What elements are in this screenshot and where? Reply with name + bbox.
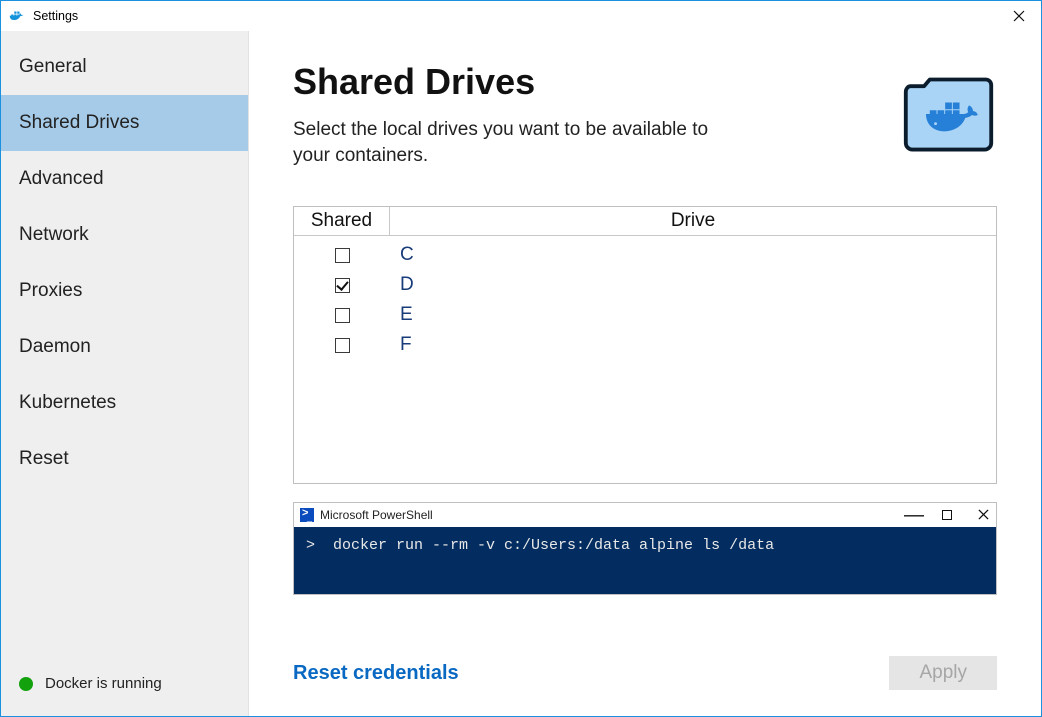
folder-whale-icon (901, 67, 997, 157)
sidebar-item-shared-drives[interactable]: Shared Drives (1, 95, 248, 151)
window-titlebar: Settings (1, 1, 1041, 31)
page-subtitle: Select the local drives you want to be a… (293, 117, 713, 168)
drives-table: Shared Drive C D E F (293, 206, 997, 484)
powershell-titlebar: Microsoft PowerShell — (294, 503, 996, 527)
checkbox-drive-f[interactable] (335, 338, 350, 353)
drive-row: F (294, 330, 996, 360)
drive-row: D (294, 270, 996, 300)
drive-label[interactable]: C (390, 244, 996, 266)
col-header-drive: Drive (390, 207, 996, 236)
sidebar-item-daemon[interactable]: Daemon (1, 319, 248, 375)
status-area: Docker is running (1, 657, 248, 716)
ps-minimize-button[interactable]: — (904, 512, 918, 518)
sidebar-item-advanced[interactable]: Advanced (1, 151, 248, 207)
powershell-icon (300, 508, 314, 522)
ps-maximize-button[interactable] (940, 507, 954, 523)
checkbox-drive-e[interactable] (335, 308, 350, 323)
drive-row: C (294, 240, 996, 270)
sidebar-item-network[interactable]: Network (1, 207, 248, 263)
status-text: Docker is running (45, 675, 162, 692)
reset-credentials-link[interactable]: Reset credentials (293, 662, 459, 685)
checkbox-drive-d[interactable] (335, 278, 350, 293)
powershell-body[interactable]: > docker run --rm -v c:/Users:/data alpi… (294, 527, 996, 594)
col-header-shared: Shared (294, 207, 390, 236)
docker-icon (9, 7, 27, 25)
window-title: Settings (33, 9, 78, 23)
page-title: Shared Drives (293, 61, 713, 103)
drives-table-header: Shared Drive (294, 207, 996, 236)
powershell-title: Microsoft PowerShell (320, 508, 433, 522)
ps-close-button[interactable] (976, 507, 990, 523)
drive-label[interactable]: E (390, 304, 996, 326)
main-panel: Shared Drives Select the local drives yo… (249, 31, 1041, 716)
sidebar-item-general[interactable]: General (1, 39, 248, 95)
drive-label[interactable]: D (390, 274, 996, 296)
close-button[interactable] (997, 1, 1041, 31)
apply-button[interactable]: Apply (889, 656, 997, 690)
status-indicator-icon (19, 677, 33, 691)
sidebar: General Shared Drives Advanced Network P… (1, 31, 249, 716)
checkbox-drive-c[interactable] (335, 248, 350, 263)
drive-row: E (294, 300, 996, 330)
sidebar-item-proxies[interactable]: Proxies (1, 263, 248, 319)
powershell-window: Microsoft PowerShell — > docker run --rm… (293, 502, 997, 595)
sidebar-item-kubernetes[interactable]: Kubernetes (1, 375, 248, 431)
sidebar-item-reset[interactable]: Reset (1, 431, 248, 487)
drive-label[interactable]: F (390, 334, 996, 356)
